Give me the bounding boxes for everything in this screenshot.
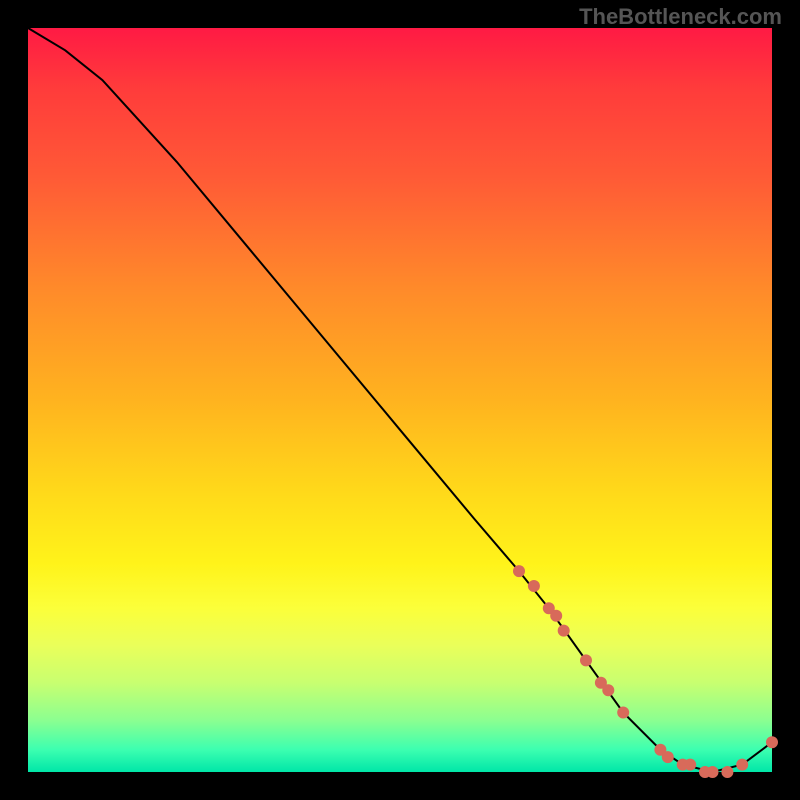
highlight-dot xyxy=(580,654,592,666)
chart-plot-area xyxy=(28,28,772,772)
watermark-text: TheBottleneck.com xyxy=(579,4,782,30)
highlight-dot xyxy=(602,684,614,696)
highlight-dot xyxy=(684,759,696,771)
highlight-dot xyxy=(550,610,562,622)
chart-svg xyxy=(28,28,772,772)
highlight-dot xyxy=(662,751,674,763)
highlight-dot xyxy=(617,707,629,719)
highlight-dot xyxy=(528,580,540,592)
curve-line xyxy=(28,28,772,772)
highlight-dot xyxy=(707,766,719,778)
highlight-dot xyxy=(558,625,570,637)
highlight-dots xyxy=(513,565,778,778)
highlight-dot xyxy=(736,759,748,771)
highlight-dot xyxy=(721,766,733,778)
highlight-dot xyxy=(766,736,778,748)
highlight-dot xyxy=(513,565,525,577)
